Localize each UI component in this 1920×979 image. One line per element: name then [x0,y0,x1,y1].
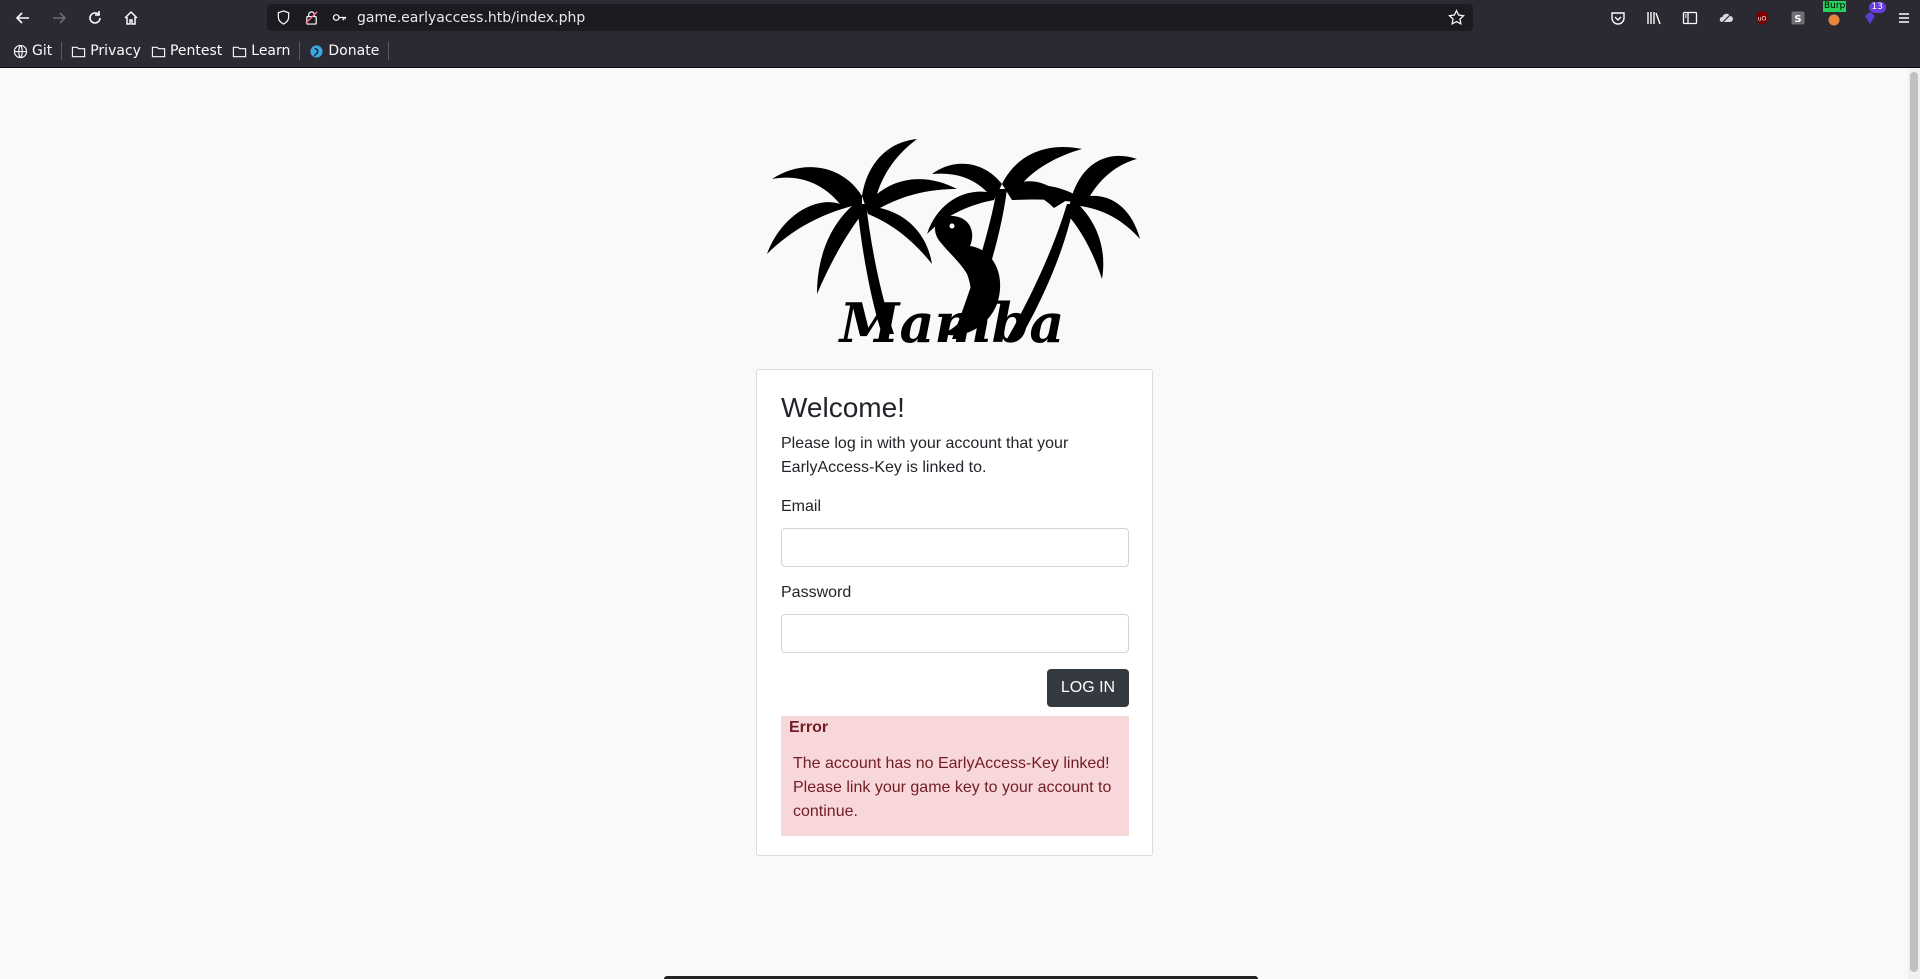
bookmark-folder-learn[interactable]: Learn [227,39,295,63]
donate-icon [310,44,323,58]
bookmark-git[interactable]: Git [8,39,57,63]
login-button[interactable]: LOG IN [1047,669,1129,707]
svg-text:uO: uO [1758,15,1767,22]
bookmark-label: Donate [328,43,380,59]
password-field[interactable] [781,614,1129,653]
login-card: Welcome! Please log in with your account… [756,369,1153,856]
bookmark-label: Pentest [169,43,223,59]
bookmark-separator [61,42,63,60]
cloud-icon [1719,13,1733,24]
bookmark-donate[interactable]: Donate [304,39,384,63]
hamburger-menu-icon [1899,12,1909,23]
folder-icon [72,46,86,57]
home-button[interactable] [113,0,149,35]
url-bar[interactable]: game.earlyaccess.htb/index.php [267,4,1473,31]
extension-toolbar: uO S Burp 13 [1600,0,1920,35]
url-text[interactable]: game.earlyaccess.htb/index.php [357,10,585,26]
key-icon[interactable] [325,4,353,31]
ublock-icon: uO [1756,10,1768,25]
browser-toolbar: game.earlyaccess.htb/index.php uO S Burp… [0,0,1920,35]
sidebar-button[interactable] [1672,0,1708,35]
reload-icon [89,10,101,24]
bookmark-label: Git [32,43,53,59]
svg-text:S: S [1794,14,1801,25]
back-button[interactable] [5,0,41,35]
password-label: Password [781,584,852,601]
globe-icon [13,44,28,58]
error-alert: Error The account has no EarlyAccess-Key… [781,716,1129,836]
library-button[interactable] [1636,0,1672,35]
s-extension-button[interactable]: S [1780,0,1816,35]
extension-button[interactable] [1708,0,1744,35]
bookmark-label: Learn [251,43,291,59]
notifications-button[interactable]: 13 [1852,0,1888,35]
bookmarks-bar: Git Privacy Pentest Learn Donate [0,35,1920,68]
reload-button[interactable] [77,0,113,35]
folder-icon [233,46,247,57]
login-instructions: Please log in with your account that you… [781,435,1069,476]
error-message: The account has no EarlyAccess-Key linke… [793,755,1112,820]
ublock-button[interactable]: uO [1744,0,1780,35]
burp-badge: Burp [1823,1,1847,12]
menu-button[interactable] [1888,0,1920,35]
forward-button[interactable] [41,0,77,35]
arrow-left-icon [15,11,29,24]
burp-button[interactable]: Burp [1816,0,1852,35]
bookmark-separator [299,42,301,60]
arrow-right-icon [53,11,67,24]
bookmark-label: Privacy [90,43,141,59]
pocket-button[interactable] [1600,0,1636,35]
email-field[interactable] [781,528,1129,567]
sidebar-icon [1682,11,1698,24]
notification-count: 13 [1868,2,1886,13]
bookmark-folder-privacy[interactable]: Privacy [66,39,146,63]
bookmark-separator [388,42,390,60]
page-scrollbar[interactable] [1908,68,1920,979]
email-label: Email [781,498,822,515]
s-extension-icon: S [1791,11,1805,25]
folder-icon [151,46,166,57]
star-icon[interactable] [1448,9,1465,26]
insecure-lock-icon[interactable] [297,4,325,31]
bookmark-folder-pentest[interactable]: Pentest [146,39,227,63]
pocket-icon [1611,11,1625,25]
welcome-heading: Welcome! [781,392,905,423]
home-icon [124,10,138,25]
error-title: Error [789,719,829,736]
scrollbar-thumb[interactable] [1910,72,1918,972]
mamba-logo: Mamba [767,139,1140,349]
logo-text: Mamba [838,291,1065,349]
shield-icon[interactable] [269,4,297,31]
library-icon [1647,11,1661,24]
